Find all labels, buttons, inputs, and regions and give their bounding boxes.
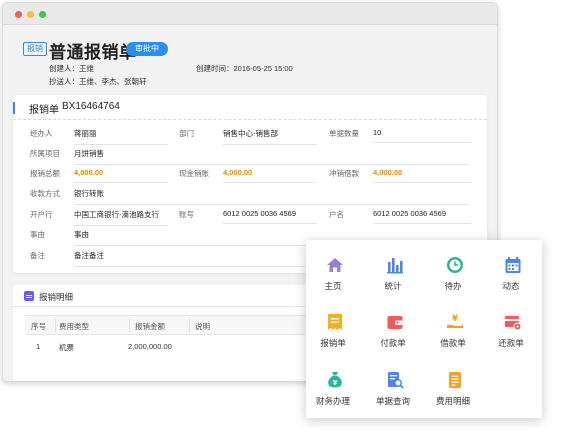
menu-item-repayment[interactable]: 还款单 [484,313,542,357]
menu-item-statistics[interactable]: 统计 [366,256,424,300]
maximize-window-button[interactable] [39,11,46,18]
menu-item-payment[interactable]: 付款单 [366,313,424,357]
account-value[interactable]: 6012 0025 0036 4569 [223,209,317,224]
column-divider [55,319,56,332]
account-label: 账号 [179,210,194,219]
doc-count-label: 单据数量 [329,129,359,138]
card-return-icon [505,316,522,331]
payment-method-value[interactable]: 银行转账 [74,188,468,205]
cc-text: 抄送人：王维、李杰、张朝轩 [49,77,147,86]
menu-label: 主页 [324,281,342,291]
handler-value[interactable]: 蒋丽丽 [74,128,168,145]
page-title: 普通报销单 [49,43,137,62]
summary-card-header: 报销单 BX16464764 [13,95,487,120]
menu-label: 还款单 [498,338,524,348]
handler-label: 经办人 [30,129,53,138]
detail-list-icon [24,291,34,301]
column-header-note: 说明 [195,322,210,331]
column-header-type: 费用类型 [59,322,89,331]
money-bag-icon: ¥ [328,372,342,388]
menu-label: 借款单 [440,338,466,348]
menu-label: 待办 [444,281,462,291]
document-number: BX16464764 [62,101,120,112]
summary-label: 报销单 [29,105,59,116]
loan-offset-value[interactable]: 4,000.00 [373,168,471,183]
account-name-label: 户名 [329,210,344,219]
menu-item-expense-detail[interactable]: 费用明细 [426,371,484,415]
doc-count-value[interactable]: 10 [373,128,471,143]
menu-item-reimbursement[interactable]: 报销单 [306,313,364,357]
document-header: 报销 普通报销单 审批中 创建人：王维 创建时间：2016-05-25 15:0… [3,26,497,90]
column-header-index: 序号 [31,322,46,331]
column-divider [129,319,130,332]
menu-item-doc-search[interactable]: 单据查询 [366,371,424,415]
menu-item-finance[interactable]: ¥ 财务办理 [306,371,364,415]
remark-label: 备注 [30,251,45,260]
column-header-amount: 报销金额 [135,322,165,331]
bank-value[interactable]: 中国工商银行-滴池路支行 [74,209,168,226]
creator-text: 创建人：王维 [49,64,94,73]
quick-menu-panel: 主页 统计 待办 动态 报销单 付款单 ¥ 借款单 还款单 ¥ 财务办理 单据查… [306,240,542,418]
clock-icon [447,257,463,273]
menu-label: 统计 [384,281,402,291]
row-amount: 2,000,000.00 [128,342,172,351]
department-label: 部门 [179,129,194,138]
total-label: 报销总额 [30,169,60,178]
menu-item-home[interactable]: 主页 [306,256,364,300]
calendar-icon [505,257,521,273]
detail-title: 报销明细 [39,292,74,302]
menu-label: 动态 [502,281,520,291]
doc-type-tag: 报销 [23,42,47,56]
menu-label: 财务办理 [315,396,350,406]
menu-label: 费用明细 [435,396,470,406]
total-value[interactable]: 4,000.00 [74,168,168,183]
svg-text:¥: ¥ [333,379,338,387]
loan-offset-label: 冲销借款 [329,169,359,178]
bank-label: 开户行 [30,210,53,219]
cash-offset-value[interactable]: 4,000.00 [223,168,317,183]
row-index: 1 [36,342,41,351]
menu-label: 付款单 [380,338,406,348]
close-window-button[interactable] [15,11,22,18]
department-value[interactable]: 销售中心-销售部 [223,128,317,145]
column-divider [189,319,190,332]
project-value[interactable]: 月饼销售 [74,148,468,165]
status-badge: 审批中 [126,42,168,56]
payment-method-label: 收款方式 [30,189,60,198]
account-name-value[interactable]: 6012 0025 0036 4569 [373,209,471,224]
menu-item-todo[interactable]: 待办 [426,256,484,300]
title-bar [3,3,497,25]
cash-offset-label: 现金销账 [179,169,209,178]
receipt-icon [328,314,342,330]
row-type: 机票 [59,343,74,352]
hand-coin-icon: ¥ [447,314,463,328]
menu-label: 报销单 [320,338,346,348]
expense-list-icon [449,372,461,388]
accent-bar [13,102,15,114]
created-time-text: 创建时间：2016-05-25 15:00 [196,64,293,73]
reason-label: 事由 [30,230,45,239]
minimize-window-button[interactable] [27,11,34,18]
wallet-icon [387,316,403,329]
home-icon [327,258,343,272]
svg-text:¥: ¥ [452,314,459,324]
menu-item-activity[interactable]: 动态 [484,256,542,300]
menu-label: 单据查询 [375,396,410,406]
project-label: 所属项目 [30,149,60,158]
bar-chart-icon [387,258,403,274]
menu-item-loan[interactable]: ¥ 借款单 [426,313,484,357]
doc-search-icon [388,372,404,389]
